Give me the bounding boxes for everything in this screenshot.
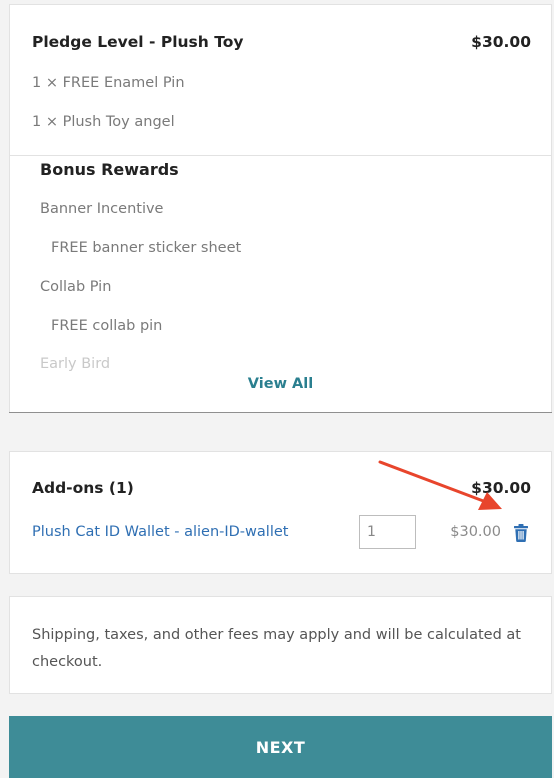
bonus-item-free-collab-pin: FREE collab pin xyxy=(51,318,163,334)
bonus-item-collab-pin: Collab Pin xyxy=(40,279,112,295)
pledge-item-plush-toy: 1 × Plush Toy angel xyxy=(32,114,175,130)
addon-row: Plush Cat ID Wallet - alien-ID-wallet $3… xyxy=(32,515,531,551)
trash-icon[interactable] xyxy=(513,524,529,542)
addons-total: $30.00 xyxy=(471,479,531,497)
addons-card: Add-ons (1) $30.00 Plush Cat ID Wallet -… xyxy=(9,451,552,574)
view-all-link[interactable]: View All xyxy=(10,376,551,392)
pledge-title: Pledge Level - Plush Toy xyxy=(32,33,244,51)
addon-item-link[interactable]: Plush Cat ID Wallet - alien-ID-wallet xyxy=(32,524,288,540)
next-button[interactable]: NEXT xyxy=(9,716,552,778)
addons-header: Add-ons (1) $30.00 xyxy=(32,479,531,497)
fees-notice-text: Shipping, taxes, and other fees may appl… xyxy=(32,627,521,670)
addons-title: Add-ons (1) xyxy=(32,479,134,497)
bonus-rewards-heading: Bonus Rewards xyxy=(40,160,179,179)
pledge-header: Pledge Level - Plush Toy $30.00 xyxy=(32,33,531,51)
bonus-rewards-panel: Bonus Rewards Banner Incentive FREE bann… xyxy=(9,155,552,412)
pledge-price: $30.00 xyxy=(471,33,531,51)
pledge-level-card: Pledge Level - Plush Toy $30.00 1 × FREE… xyxy=(9,4,552,156)
addon-quantity-input[interactable] xyxy=(359,515,416,549)
fees-notice-card: Shipping, taxes, and other fees may appl… xyxy=(9,596,552,694)
bonus-item-banner-sticker: FREE banner sticker sheet xyxy=(51,240,242,256)
addon-item-price: $30.00 xyxy=(450,524,501,540)
bonus-item-early-bird: Early Bird xyxy=(40,356,111,372)
bonus-item-banner-incentive: Banner Incentive xyxy=(40,201,164,217)
section-divider xyxy=(9,412,552,413)
pledge-item-enamel-pin: 1 × FREE Enamel Pin xyxy=(32,75,185,91)
